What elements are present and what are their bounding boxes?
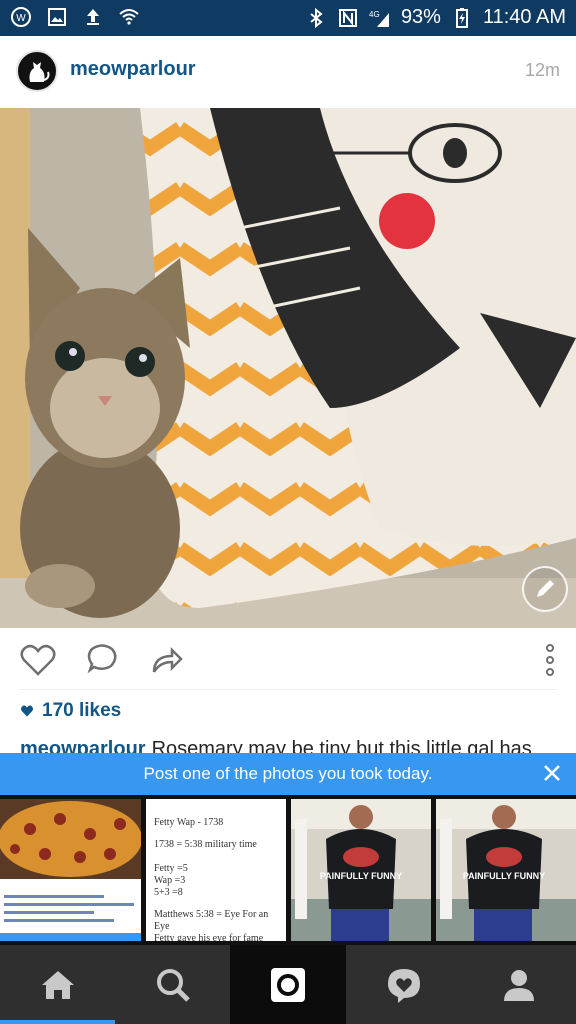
post-actions (0, 628, 576, 690)
profile-icon (503, 969, 534, 1001)
wifi-question-icon (119, 9, 139, 25)
edit-button[interactable] (522, 566, 568, 612)
note-line: Matthews 5:38 = Eye For an (154, 909, 269, 920)
avatar[interactable] (16, 50, 58, 92)
app-notification-icon: W (11, 7, 31, 27)
clock: 11:40 AM (482, 6, 566, 28)
likes-count[interactable]: 170 likes (20, 700, 121, 722)
post-username[interactable]: meowparlour (70, 58, 196, 81)
upload-icon (87, 9, 99, 25)
tab-profile[interactable] (461, 945, 576, 1024)
image-notification-icon (48, 8, 66, 26)
note-line: Fetty =5 (154, 863, 188, 874)
note-line: 1738 = 5:38 military time (154, 839, 257, 850)
cat-logo-icon (29, 62, 50, 82)
status-bar: W 4G 93% 11:40 AM (0, 0, 576, 36)
banner-text: Post one of the photos you took today. (143, 764, 433, 783)
tab-activity[interactable] (346, 945, 461, 1024)
photo-thumbnail[interactable]: PAINFULLY FUNNY (291, 799, 431, 941)
heart-icon[interactable] (18, 640, 58, 680)
shirt-text: PAINFULLY FUNNY (320, 871, 402, 881)
likes-label: 170 likes (42, 700, 122, 721)
battery-percent: 93% (400, 6, 441, 28)
pizza-screenshot-image (0, 799, 141, 941)
post-header: meowparlour 12m (0, 36, 576, 109)
bluetooth-icon (310, 7, 323, 28)
post-photo[interactable] (0, 108, 576, 628)
note-line: Wap =3 (154, 875, 186, 886)
post-time: 12m (524, 60, 560, 80)
camera-icon (271, 967, 305, 1002)
kitten-pillow-image (0, 108, 576, 628)
tab-camera[interactable] (230, 945, 346, 1024)
note-line: Fetty gave his eye for fame (154, 933, 264, 941)
photo-thumbnail[interactable]: Fetty Wap - 1738 1738 = 5:38 military ti… (146, 799, 286, 941)
shirt-back-photo: PAINFULLY FUNNY (436, 799, 576, 941)
photo-thumbnail[interactable]: PAINFULLY FUNNY (436, 799, 576, 941)
comment-icon[interactable] (82, 640, 122, 680)
more-options-icon[interactable] (530, 640, 570, 680)
search-icon (156, 968, 190, 1002)
svg-text:W: W (16, 13, 26, 24)
bottom-tab-bar (0, 945, 576, 1024)
close-icon[interactable] (540, 761, 564, 785)
pencil-icon (537, 580, 554, 597)
note-line: Fetty Wap - 1738 (154, 817, 224, 828)
recent-photos-strip: Fetty Wap - 1738 1738 = 5:38 military ti… (0, 795, 576, 945)
activity-icon (387, 968, 420, 1003)
suggestion-banner[interactable]: Post one of the photos you took today. (0, 753, 576, 795)
signal-4g-icon: 4G (369, 10, 389, 27)
svg-text:4G: 4G (369, 10, 380, 19)
share-icon[interactable] (146, 640, 186, 680)
nfc-icon (338, 8, 357, 27)
shirt-back-photo: PAINFULLY FUNNY (291, 799, 431, 941)
home-icon (41, 970, 74, 999)
tab-search[interactable] (115, 945, 230, 1024)
battery-charging-icon (455, 7, 468, 28)
small-heart-icon (21, 705, 33, 717)
note-line: 5+3 =8 (154, 887, 183, 898)
shirt-text: PAINFULLY FUNNY (463, 871, 545, 881)
tab-home[interactable] (0, 945, 115, 1024)
note-line: Eye (154, 921, 170, 932)
divider (20, 689, 556, 690)
photo-thumbnail[interactable] (0, 799, 141, 941)
